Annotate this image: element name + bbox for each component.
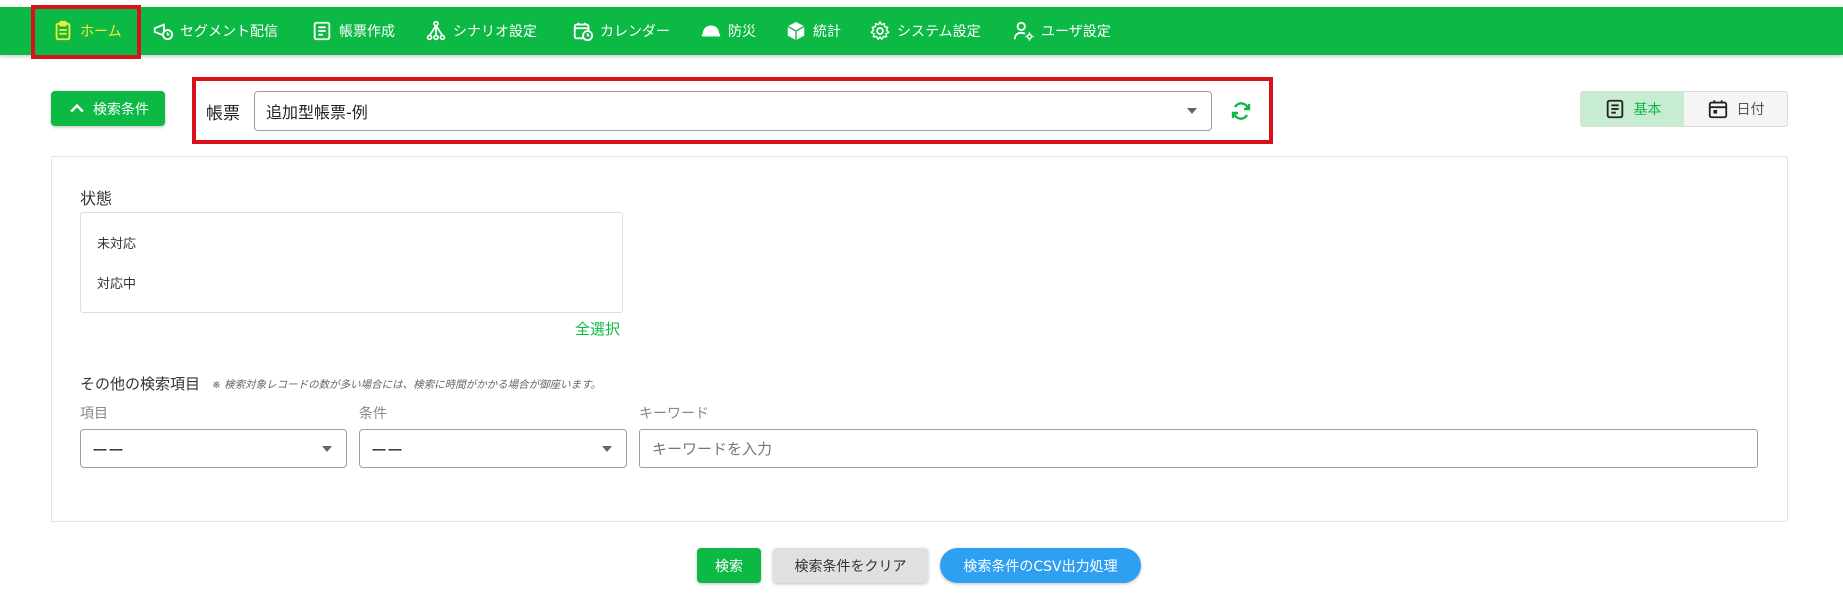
user-gear-icon <box>1013 21 1034 41</box>
select-all-link[interactable]: 全選択 <box>575 318 620 339</box>
form-selector-label: 帳票 <box>206 104 240 124</box>
nav-item-form-create[interactable]: 帳票作成 <box>311 7 395 55</box>
helmet-icon <box>701 25 721 37</box>
nav-label: カレンダー <box>600 24 670 40</box>
nav-item-user-settings[interactable]: ユーザ設定 <box>1013 7 1111 55</box>
condition-field-label: 条件 <box>359 406 387 422</box>
refresh-icon <box>1231 102 1251 120</box>
nav-label: 防災 <box>728 24 756 40</box>
view-date-label: 日付 <box>1736 102 1765 118</box>
item-select-value: ーー <box>92 440 125 460</box>
clipboard-icon <box>55 20 71 41</box>
megaphone-clock-icon <box>153 23 174 41</box>
nav-item-segment[interactable]: セグメント配信 <box>152 7 278 55</box>
form-select[interactable]: 追加型帳票-例 <box>254 91 1212 131</box>
document-icon <box>1606 99 1623 119</box>
document-icon <box>313 21 331 41</box>
nav-label: ホーム <box>80 24 122 40</box>
view-basic-label: 基本 <box>1633 102 1662 118</box>
chevron-down-icon <box>322 445 332 452</box>
chevron-down-icon <box>602 445 612 452</box>
item-select[interactable]: ーー <box>80 429 347 468</box>
view-toggle: 基本 日付 <box>1580 91 1788 127</box>
csv-export-label: 検索条件のCSV出力処理 <box>963 558 1118 575</box>
nav-item-system-settings[interactable]: システム設定 <box>869 7 981 55</box>
nav-label: ユーザ設定 <box>1041 24 1111 40</box>
condition-select-value: ーー <box>371 440 404 460</box>
item-field-label: 項目 <box>80 406 108 422</box>
nav-item-home[interactable]: ホーム <box>52 7 122 55</box>
cube-icon <box>787 21 805 41</box>
clear-conditions-button[interactable]: 検索条件をクリア <box>773 548 928 583</box>
calendar-clock-icon <box>573 22 594 42</box>
nav-item-scenario[interactable]: シナリオ設定 <box>425 7 537 55</box>
other-search-title: その他の検索項目 <box>80 375 201 393</box>
top-nav-bar: ホーム セグメント配信 帳票作成 シナリオ設定 カレンダー 防災 統計 システム… <box>0 7 1843 55</box>
status-label: 状態 <box>80 189 113 208</box>
view-date-button[interactable]: 日付 <box>1684 92 1787 126</box>
gear-icon <box>870 21 890 40</box>
search-conditions-label: 検索条件 <box>93 101 149 118</box>
refresh-button[interactable] <box>1229 99 1253 123</box>
form-select-value: 追加型帳票-例 <box>266 103 368 122</box>
nav-item-disaster[interactable]: 防災 <box>700 7 756 55</box>
condition-select[interactable]: ーー <box>359 429 627 468</box>
other-search-note: ※ 検索対象レコードの数が多い場合には、検索に時間がかかる場合が御座います。 <box>212 379 602 391</box>
nav-label: シナリオ設定 <box>453 24 537 40</box>
keyword-input[interactable] <box>639 429 1758 468</box>
nav-label: 帳票作成 <box>339 24 395 40</box>
sitemap-icon <box>426 20 446 41</box>
nav-item-calendar[interactable]: カレンダー <box>572 7 670 55</box>
status-option-unhandled[interactable]: 未対応 <box>97 233 136 252</box>
csv-export-button[interactable]: 検索条件のCSV出力処理 <box>940 548 1141 583</box>
nav-item-stats[interactable]: 統計 <box>785 7 841 55</box>
search-button-label: 検索 <box>715 558 743 575</box>
status-listbox: 未対応 対応中 <box>80 212 623 313</box>
calendar-icon <box>1708 100 1727 119</box>
keyword-field-label: キーワード <box>639 406 709 422</box>
nav-label: システム設定 <box>897 24 981 40</box>
search-conditions-toggle-button[interactable]: 検索条件 <box>51 91 165 126</box>
nav-label: セグメント配信 <box>180 24 278 40</box>
chevron-down-icon <box>1187 108 1197 114</box>
search-button[interactable]: 検索 <box>697 548 761 583</box>
view-basic-button[interactable]: 基本 <box>1581 92 1684 126</box>
clear-conditions-label: 検索条件をクリア <box>794 558 907 575</box>
status-option-in-progress[interactable]: 対応中 <box>97 273 136 292</box>
nav-label: 統計 <box>813 24 841 40</box>
chevron-up-icon <box>70 103 84 112</box>
